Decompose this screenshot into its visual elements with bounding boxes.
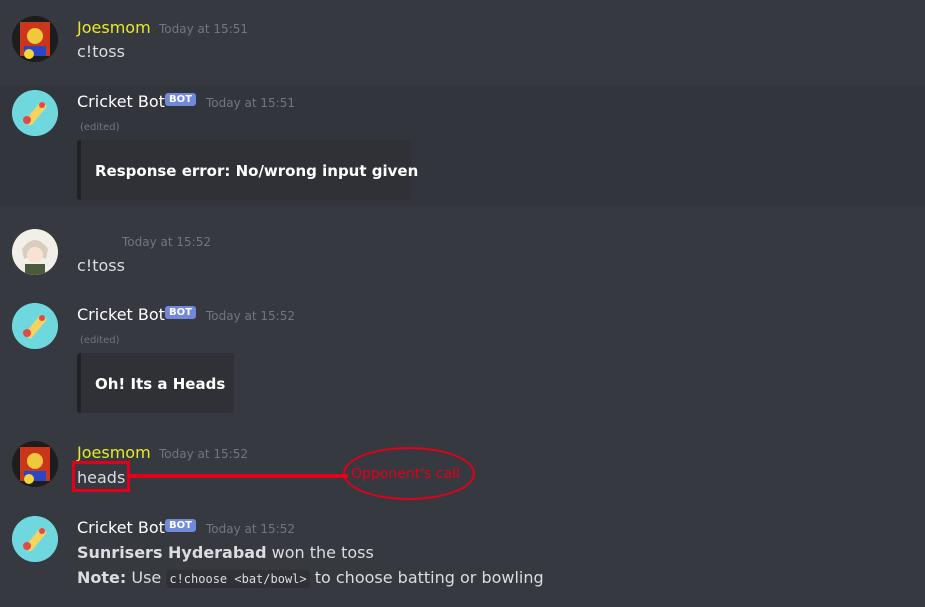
toss-result-text: won the toss <box>271 543 374 562</box>
note-label: Note: <box>77 568 127 587</box>
author-name[interactable]: Cricket Bot <box>77 518 165 537</box>
inline-code: c!choose <bat/bowl> <box>166 570 310 588</box>
note-pre-text: Use <box>131 568 162 587</box>
message-user-1: Today at 15:52 c!toss <box>0 205 925 290</box>
bot-badge: BOT <box>165 519 196 532</box>
avatar[interactable] <box>12 516 58 562</box>
avatar[interactable] <box>12 229 58 275</box>
team-name: Sunrisers Hyderabad <box>77 543 267 562</box>
edited-label: (edited) <box>80 122 120 133</box>
author-name[interactable]: Joesmom <box>77 443 151 462</box>
author-name[interactable]: Cricket Bot <box>77 92 165 111</box>
timestamp: Today at 15:51 <box>159 22 248 36</box>
annotation-connector-line <box>130 474 348 478</box>
embed-title: Oh! Its a Heads <box>95 375 226 393</box>
avatar[interactable] <box>12 441 58 487</box>
avatar[interactable] <box>12 90 58 136</box>
message-bot-2: Cricket Bot BOT Today at 15:52 (edited) … <box>0 290 925 430</box>
timestamp: Today at 15:52 <box>159 447 248 461</box>
embed-title: Response error: No/wrong input given <box>95 162 419 180</box>
message-content: c!toss <box>77 42 125 61</box>
annotation-highlight-box <box>72 461 130 492</box>
timestamp: Today at 15:52 <box>206 522 295 536</box>
edited-label: (edited) <box>80 335 120 346</box>
note-post-text: to choose batting or bowling <box>314 568 544 587</box>
message-content: c!toss <box>77 256 125 275</box>
annotation-label: Opponent's call <box>351 466 460 482</box>
timestamp: Today at 15:52 <box>206 309 295 323</box>
avatar[interactable] <box>12 16 58 62</box>
embed: Response error: No/wrong input given <box>77 140 418 200</box>
bot-badge: BOT <box>165 93 196 106</box>
message-content-line-2: Note: Use c!choose <bat/bowl> to choose … <box>77 568 544 588</box>
message-bot-3: Cricket Bot BOT Today at 15:52 Sunrisers… <box>0 510 925 607</box>
author-name[interactable]: Cricket Bot <box>77 305 165 324</box>
author-name[interactable]: Joesmom <box>77 18 151 37</box>
message-bot-1: Cricket Bot BOT Today at 15:51 (edited) … <box>0 85 925 205</box>
timestamp: Today at 15:52 <box>122 235 211 249</box>
avatar[interactable] <box>12 303 58 349</box>
embed: Oh! Its a Heads <box>77 353 234 413</box>
message-content-line-1: Sunrisers Hyderabad won the toss <box>77 543 374 562</box>
message-joesmom-1: Joesmom Today at 15:51 c!toss <box>0 0 925 85</box>
timestamp: Today at 15:51 <box>206 96 295 110</box>
bot-badge: BOT <box>165 306 196 319</box>
